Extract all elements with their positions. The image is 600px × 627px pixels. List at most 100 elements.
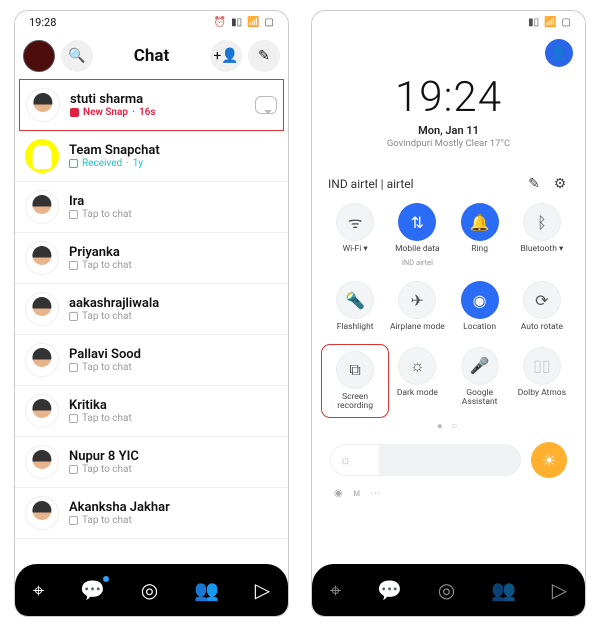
chat-row[interactable]: PriyankaTap to chat bbox=[15, 233, 288, 284]
qs-sublabel: IND airtel bbox=[402, 258, 433, 267]
brightness-slider[interactable]: ☼ bbox=[330, 444, 521, 476]
chat-row[interactable]: Pallavi SoodTap to chat bbox=[15, 335, 288, 386]
map-tab[interactable]: ⌖ bbox=[33, 578, 44, 602]
signal-icon: ▮▯ bbox=[528, 17, 539, 28]
qs-tile-data[interactable]: ⇅Mobile dataIND airtel bbox=[386, 203, 448, 267]
qs-tile-loc[interactable]: ◉Location bbox=[449, 281, 511, 332]
qs-tile-plane[interactable]: ✈ Airplane mode bbox=[386, 281, 448, 332]
chat-row[interactable]: IraTap to chat bbox=[15, 182, 288, 233]
dolby-icon: ▯▯ bbox=[523, 347, 561, 385]
sun-icon: ☀ bbox=[542, 451, 556, 470]
chat-name: aakashrajliwala bbox=[69, 296, 278, 311]
chat-row[interactable]: Akanksha JakharTap to chat bbox=[15, 488, 288, 539]
map-tab[interactable]: ⌖ bbox=[330, 578, 341, 602]
snap-status-icon bbox=[70, 108, 79, 117]
status-time: 19:28 bbox=[29, 16, 56, 29]
qs-label: Google Assistant bbox=[449, 389, 511, 408]
chat-status: Tap to chat bbox=[69, 413, 278, 424]
chat-name: Nupur 8 YIC bbox=[69, 449, 278, 464]
qs-label: Dark mode bbox=[397, 389, 438, 398]
reply-icon[interactable] bbox=[255, 96, 277, 114]
chat-status-label: Tap to chat bbox=[82, 413, 132, 424]
data-icon: ⇅ bbox=[398, 203, 436, 241]
chat-status-label: Tap to chat bbox=[82, 515, 132, 526]
bitmoji-avatar bbox=[25, 343, 59, 377]
qs-tile-mic[interactable]: 🎤Google Assistant bbox=[449, 347, 511, 416]
bitmoji-avatar bbox=[25, 394, 59, 428]
chat-text: Team SnapchatReceived · 1y bbox=[69, 143, 278, 169]
chat-row[interactable]: aakashrajliwalaTap to chat bbox=[15, 284, 288, 335]
chat-tab[interactable]: 💬 bbox=[377, 578, 402, 602]
chat-name: Priyanka bbox=[69, 245, 278, 260]
spotlight-tab[interactable]: ▷ bbox=[552, 578, 567, 602]
chat-status-label: Received bbox=[82, 158, 122, 169]
add-friend-button[interactable]: +👤 bbox=[210, 40, 242, 72]
snap-status-icon bbox=[69, 159, 78, 168]
chat-status: New Snap · 16s bbox=[70, 107, 245, 118]
chat-name: Team Snapchat bbox=[69, 143, 278, 158]
left-phone: 19:28 ⏰ ▮▯ 📶 ▢ 🔍 Chat +👤 ✎ stuti sharmaN… bbox=[14, 10, 289, 617]
status-bar: 19:28 ⏰ ▮▯ 📶 ▢ bbox=[15, 11, 288, 33]
person-icon: 👤 bbox=[550, 45, 567, 61]
chat-status: Tap to chat bbox=[69, 260, 278, 271]
clock-time: 19:24 bbox=[312, 73, 585, 122]
chat-row[interactable]: Nupur 8 YICTap to chat bbox=[15, 437, 288, 488]
chat-status: Tap to chat bbox=[69, 362, 278, 373]
qs-label: Dolby Atmos bbox=[518, 389, 566, 398]
auto-brightness-button[interactable]: ☀ bbox=[531, 442, 567, 478]
status-bar: ▮▯ 📶 ▢ bbox=[312, 11, 585, 33]
snap-status-icon bbox=[69, 312, 78, 321]
snap-status-icon bbox=[69, 465, 78, 474]
bottom-nav: ⌖ 💬 ◎ 👥 ▷ bbox=[15, 564, 288, 616]
search-button[interactable]: 🔍 bbox=[61, 40, 93, 72]
qs-label: Flashlight bbox=[337, 323, 374, 332]
bitmoji-avatar bbox=[26, 88, 60, 122]
page-indicator: ● ○ bbox=[324, 421, 573, 432]
chat-row[interactable]: KritikaTap to chat bbox=[15, 386, 288, 437]
qs-label: Ring bbox=[471, 245, 488, 254]
qs-tile-bell[interactable]: 🔔Ring bbox=[449, 203, 511, 267]
chat-row[interactable]: Team SnapchatReceived · 1y bbox=[15, 131, 288, 182]
chat-tab[interactable]: 💬 bbox=[80, 578, 105, 602]
chat-status-label: Tap to chat bbox=[82, 464, 132, 475]
edit-tiles-button[interactable]: ✎ bbox=[525, 175, 543, 193]
chat-text: PriyankaTap to chat bbox=[69, 245, 278, 271]
qs-label: Location bbox=[463, 323, 496, 332]
right-phone: ▮▯ 📶 ▢ 👤 19:24 Mon, Jan 11 Govindpuri Mo… bbox=[311, 10, 586, 617]
bottom-nav: ⌖ 💬 ◎ 👥 ▷ bbox=[312, 564, 585, 616]
chat-time: 16s bbox=[139, 107, 156, 118]
qs-tile-bt[interactable]: ᛒBluetooth ▾ bbox=[511, 203, 573, 267]
plane-icon: ✈ bbox=[398, 281, 436, 319]
chat-text: KritikaTap to chat bbox=[69, 398, 278, 424]
qs-label: Airplane mode bbox=[390, 323, 445, 332]
bitmoji-avatar bbox=[25, 241, 59, 275]
chat-text: Akanksha JakharTap to chat bbox=[69, 500, 278, 526]
signal-icon: 📶 bbox=[247, 17, 259, 28]
wifi-icon: ᯤ bbox=[336, 203, 374, 241]
qs-grid: ᯤWi-Fi ▾⇅Mobile dataIND airtel🔔RingᛒBlue… bbox=[324, 203, 573, 415]
qs-tile-dark[interactable]: ☼Dark mode bbox=[386, 347, 448, 416]
weather-line: Govindpuri Mostly Clear 17°C bbox=[312, 138, 585, 149]
chat-text: stuti sharmaNew Snap · 16s bbox=[70, 92, 245, 118]
battery-icon: ▢ bbox=[562, 17, 571, 28]
stories-tab[interactable]: 👥 bbox=[491, 578, 516, 602]
profile-button[interactable]: 👤 bbox=[545, 39, 573, 67]
stories-tab[interactable]: 👥 bbox=[194, 578, 219, 602]
qs-tile-rotate[interactable]: ⟳Auto rotate bbox=[511, 281, 573, 332]
profile-avatar[interactable] bbox=[23, 40, 55, 72]
torch-icon: 🔦 bbox=[336, 281, 374, 319]
chat-row[interactable]: stuti sharmaNew Snap · 16s bbox=[19, 79, 284, 131]
battery-icon: ▢ bbox=[265, 17, 274, 28]
qs-tile-dolby[interactable]: ▯▯ Dolby Atmos bbox=[511, 347, 573, 416]
settings-button[interactable]: ⚙ bbox=[551, 175, 569, 193]
qs-tile-rec[interactable]: ⧉Screen recording bbox=[324, 347, 386, 416]
chat-name: Pallavi Sood bbox=[69, 347, 278, 362]
qs-tile-torch[interactable]: 🔦 Flashlight bbox=[324, 281, 386, 332]
qs-tile-wifi[interactable]: ᯤWi-Fi ▾ bbox=[324, 203, 386, 267]
camera-tab[interactable]: ◎ bbox=[141, 578, 158, 602]
camera-tab[interactable]: ◎ bbox=[438, 578, 455, 602]
snap-status-icon bbox=[69, 210, 78, 219]
spotlight-tab[interactable]: ▷ bbox=[255, 578, 270, 602]
chat-status: Tap to chat bbox=[69, 209, 278, 220]
new-chat-button[interactable]: ✎ bbox=[248, 40, 280, 72]
